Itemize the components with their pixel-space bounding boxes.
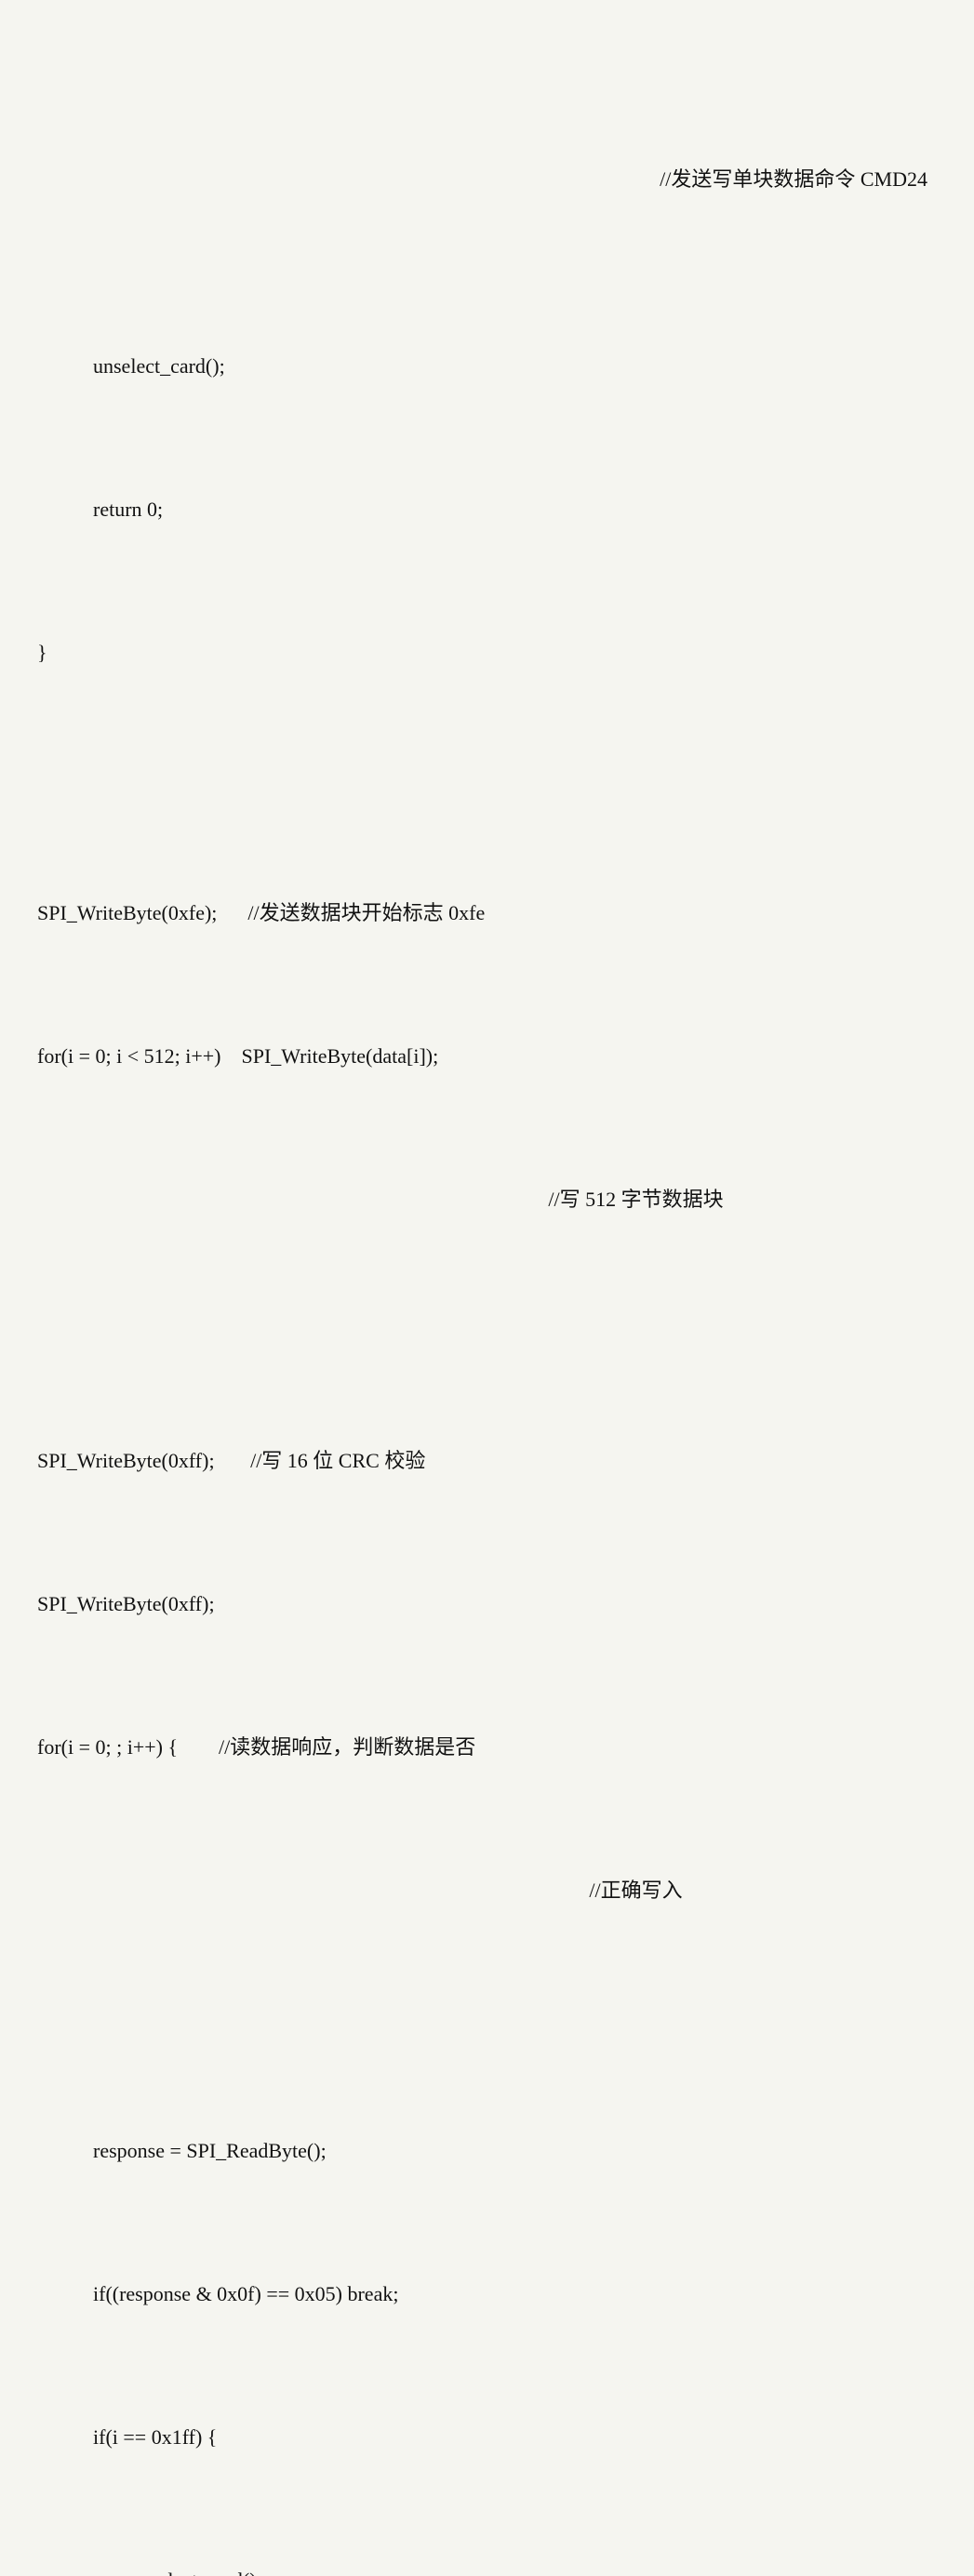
code-response-assign: response = SPI_ReadByte();: [93, 2133, 327, 2170]
code-spi-write-0xff-2: SPI_WriteByte(0xff);: [37, 1587, 215, 1623]
code-for-response: for(i = 0; ; i++) {: [37, 1730, 219, 1766]
code-for-512: for(i = 0; i < 512; i++) SPI_WriteByte(d…: [37, 1039, 438, 1075]
line-return-0-1: return 0;: [37, 492, 937, 528]
line-unselect-card-2: unselect_card();: [37, 2563, 937, 2576]
top-comment-line: //发送写单块数据命令 CMD24: [37, 126, 937, 234]
line-comment-512: //写 512 字节数据块: [37, 1182, 937, 1218]
line-response-assign: response = SPI_ReadByte();: [37, 2133, 937, 2170]
line-spi-write-0xff-1: SPI_WriteByte(0xff); //写 16 位 CRC 校验: [37, 1443, 937, 1480]
code-if-i-0x1ff: if(i == 0x1ff) {: [93, 2420, 217, 2456]
comment-response: //读数据响应，判断数据是否: [219, 1730, 475, 1766]
line-unselect-card-1: unselect_card();: [37, 349, 937, 385]
comment-crc: //写 16 位 CRC 校验: [250, 1443, 425, 1480]
top-comment-text: //发送写单块数据命令 CMD24: [660, 167, 927, 191]
code-spi-write-0xff-1: SPI_WriteByte(0xff);: [37, 1443, 250, 1480]
line-for-response: for(i = 0; ; i++) { //读数据响应，判断数据是否: [37, 1730, 937, 1766]
line-comment-write: //正确写入: [37, 1873, 937, 1909]
line-if-i-0x1ff: if(i == 0x1ff) {: [37, 2420, 937, 2456]
code-block: //发送写单块数据命令 CMD24 unselect_card(); retur…: [37, 19, 937, 2576]
comment-0xfe: //发送数据块开始标志 0xfe: [247, 896, 485, 932]
comment-512-bytes: //写 512 字节数据块: [548, 1182, 723, 1218]
code-close-brace-1: }: [37, 635, 47, 671]
code-unselect-card-2: unselect_card();: [130, 2563, 262, 2576]
line-if-response: if((response & 0x0f) == 0x05) break;: [37, 2277, 937, 2313]
code-return-0-1: return 0;: [93, 492, 163, 528]
code-if-response: if((response & 0x0f) == 0x05) break;: [93, 2277, 398, 2313]
line-spi-write-0xfe: SPI_WriteByte(0xfe); //发送数据块开始标志 0xfe: [37, 896, 937, 932]
comment-write-correct: //正确写入: [589, 1873, 682, 1909]
code-spi-write-0xfe: SPI_WriteByte(0xfe);: [37, 896, 247, 932]
code-unselect-card-1: unselect_card();: [93, 349, 225, 385]
line-close-brace-1: }: [37, 635, 937, 671]
line-for-512: for(i = 0; i < 512; i++) SPI_WriteByte(d…: [37, 1039, 937, 1075]
line-spi-write-0xff-2: SPI_WriteByte(0xff);: [37, 1587, 937, 1623]
